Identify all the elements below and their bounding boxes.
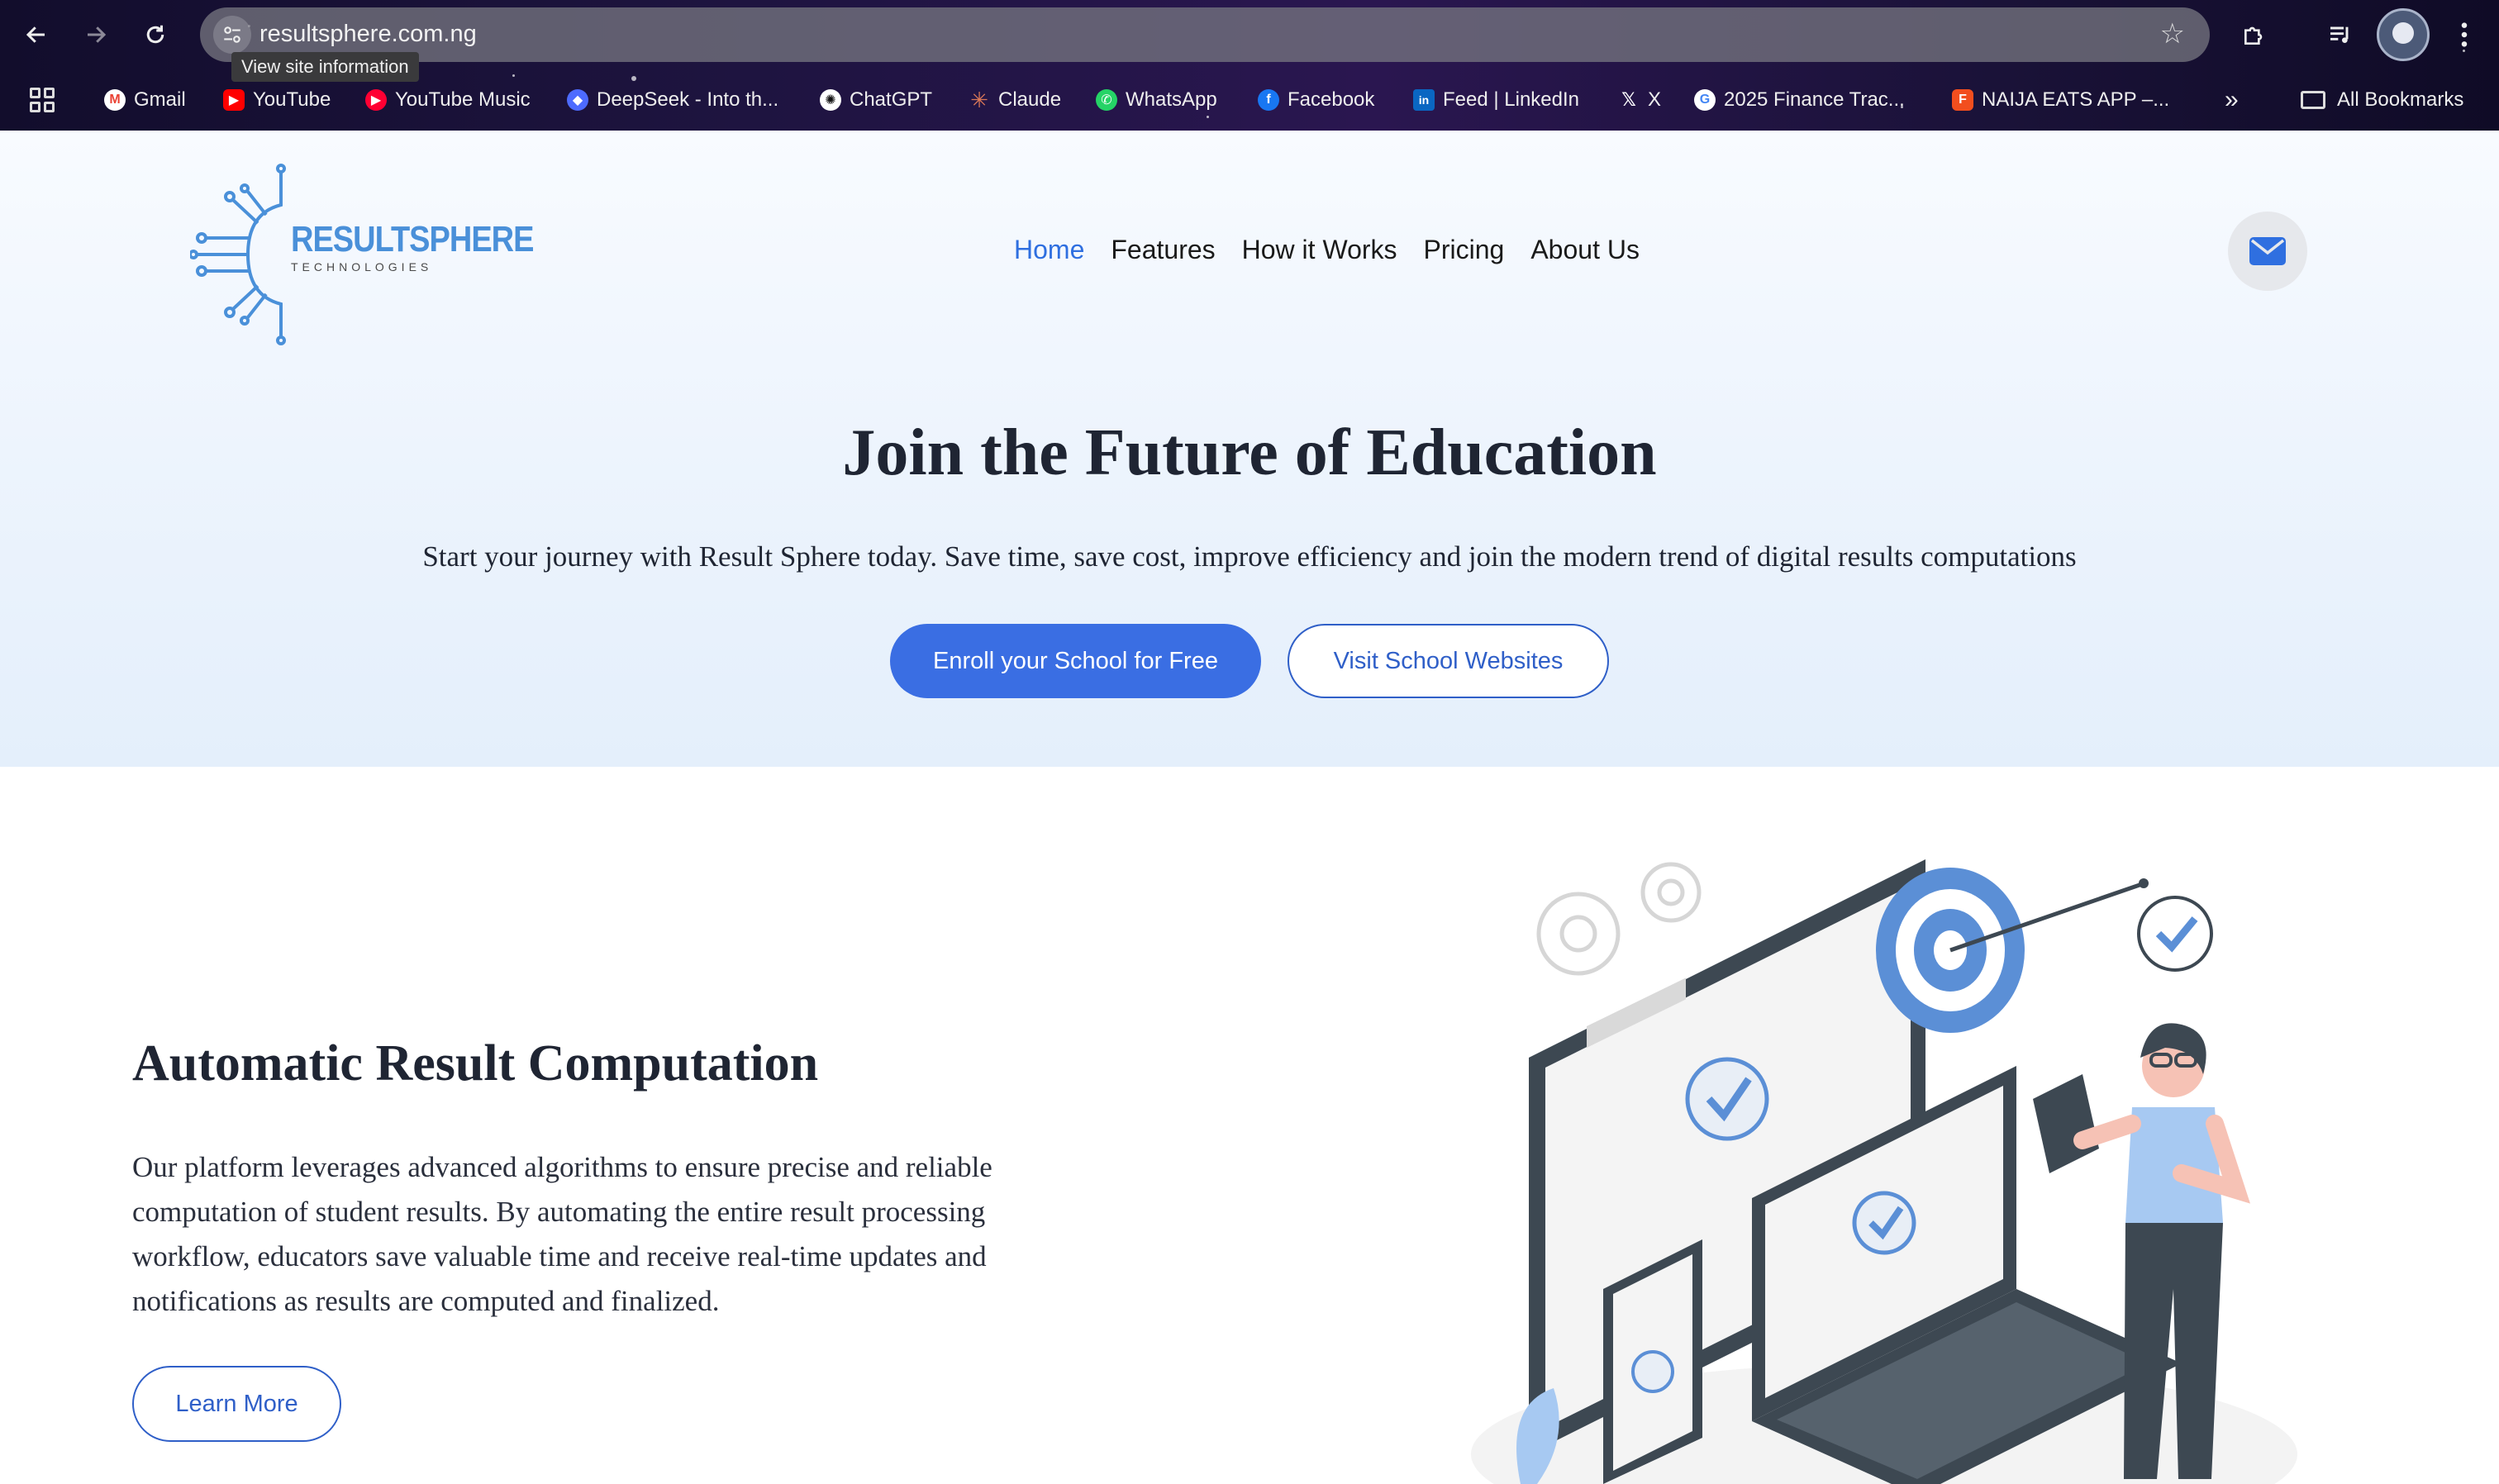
apps-grid-icon[interactable]	[30, 88, 55, 112]
deepseek-icon: ◆	[567, 89, 588, 111]
bookmarks-bar: M Gmail ▶ YouTube ▶ YouTube Music ◆ Deep…	[0, 81, 2499, 119]
arrow-right-icon	[88, 26, 107, 43]
visit-school-websites-button[interactable]: Visit School Websites	[1288, 624, 1609, 698]
gear-icon	[1536, 862, 1702, 976]
all-bookmarks-button[interactable]: All Bookmarks	[2301, 84, 2463, 116]
nav-home[interactable]: Home	[1014, 235, 1084, 265]
queue-music-icon	[2330, 26, 2349, 43]
bookmark-facebook[interactable]: f Facebook	[1258, 84, 1374, 116]
circuit-logo-icon	[190, 164, 286, 345]
arrow-left-icon	[26, 26, 45, 43]
media-control-button[interactable]	[2320, 15, 2360, 55]
envelope-icon	[2249, 237, 2286, 265]
bookmark-label: Claude	[998, 88, 1062, 111]
logo-subtitle: TECHNOLOGIES	[291, 260, 433, 273]
folder-icon	[2301, 91, 2325, 109]
reload-button[interactable]	[136, 15, 175, 55]
logo-wordmark: RESULTSPHERE TECHNOLOGIES	[291, 220, 534, 273]
bookmark-label: Gmail	[134, 88, 186, 111]
hero-title: Join the Future of Education	[842, 416, 1657, 489]
bookmark-label: Facebook	[1288, 88, 1375, 111]
background-star	[512, 74, 515, 77]
linkedin-icon: in	[1413, 89, 1435, 111]
hero-section: RESULTSPHERE TECHNOLOGIES Home Features …	[0, 131, 2499, 767]
bookmark-naija-eats[interactable]: F NAIJA EATS APP –...	[1952, 84, 2169, 116]
bookmark-x[interactable]: 𝕏 X	[1618, 84, 1661, 116]
extensions-button[interactable]	[2235, 15, 2274, 55]
puzzle-icon	[2244, 26, 2263, 45]
main-navigation: Home Features How it Works Pricing About…	[1014, 235, 1666, 265]
whatsapp-icon: ✆	[1096, 89, 1117, 111]
bookmark-label: ChatGPT	[850, 88, 933, 111]
browser-chrome: resultsphere.com.ng ☆ View site informat…	[0, 0, 2499, 131]
bookmark-finance-tracker[interactable]: G 2025 Finance Trac...	[1694, 84, 1905, 116]
contact-button[interactable]	[2228, 212, 2307, 291]
tune-icon	[224, 26, 240, 43]
site-info-tooltip: View site information	[231, 52, 419, 82]
facebook-icon: f	[1258, 89, 1279, 111]
nav-about-us[interactable]: About Us	[1530, 235, 1640, 265]
target-illustration	[1876, 868, 2149, 1033]
bookmark-label: Feed | LinkedIn	[1443, 88, 1580, 111]
bookmark-label: 2025 Finance Trac...	[1724, 88, 1905, 111]
bookmark-label: WhatsApp	[1126, 88, 1217, 111]
reload-icon	[146, 25, 164, 44]
devices-illustration	[1471, 859, 2297, 1484]
feature-title: Automatic Result Computation	[132, 1035, 819, 1092]
feature-description: Our platform leverages advanced algorith…	[132, 1151, 992, 1317]
bookmark-label: YouTube	[253, 88, 331, 111]
bookmark-linkedin[interactable]: in Feed | LinkedIn	[1413, 84, 1579, 116]
browser-menu-button[interactable]	[2444, 15, 2484, 55]
bookmark-youtube-music[interactable]: ▶ YouTube Music	[365, 84, 531, 116]
enroll-school-button[interactable]: Enroll your School for Free	[890, 624, 1261, 698]
checkmark-bubble-icon	[2137, 896, 2213, 972]
bookmark-deepseek[interactable]: ◆ DeepSeek - Into th...	[567, 84, 778, 116]
bookmark-label: DeepSeek - Into th...	[597, 88, 779, 111]
nav-pricing[interactable]: Pricing	[1424, 235, 1505, 265]
youtube-music-icon: ▶	[365, 89, 387, 111]
logo-title: RESULTSPHERE	[291, 220, 534, 260]
bookmark-chatgpt[interactable]: ✺ ChatGPT	[820, 84, 932, 116]
forward-button[interactable]	[76, 15, 116, 55]
nav-how-it-works[interactable]: How it Works	[1242, 235, 1397, 265]
x-icon: 𝕏	[1621, 89, 1636, 110]
url-text[interactable]: resultsphere.com.ng	[259, 21, 477, 48]
learn-more-button[interactable]: Learn More	[132, 1366, 341, 1442]
back-button[interactable]	[17, 15, 56, 55]
bookmark-gmail[interactable]: M Gmail	[104, 84, 186, 116]
profile-avatar[interactable]	[2377, 8, 2430, 61]
nav-features[interactable]: Features	[1111, 235, 1215, 265]
more-vert-icon	[2461, 22, 2468, 47]
claude-icon: ✳	[970, 87, 988, 112]
chevron-double-right-icon[interactable]: »	[2225, 86, 2239, 114]
figma-icon: F	[1952, 89, 1973, 111]
site-logo[interactable]: RESULTSPHERE TECHNOLOGIES	[190, 164, 534, 345]
site-info-button[interactable]	[213, 16, 251, 54]
hero-subtitle: Start your journey with Result Sphere to…	[422, 540, 2077, 573]
bookmark-label: YouTube Music	[395, 88, 531, 111]
bookmark-youtube[interactable]: ▶ YouTube	[223, 84, 331, 116]
bookmark-whatsapp[interactable]: ✆ WhatsApp	[1096, 84, 1217, 116]
bookmark-label: NAIJA EATS APP –...	[1982, 88, 2170, 111]
all-bookmarks-label: All Bookmarks	[2337, 88, 2464, 111]
chatgpt-icon: ✺	[820, 89, 841, 111]
address-bar[interactable]: resultsphere.com.ng ☆	[200, 7, 2210, 62]
gmail-icon: M	[104, 89, 126, 111]
bookmark-claude[interactable]: ✳ Claude	[969, 84, 1061, 116]
bookmark-star-icon[interactable]: ☆	[2160, 17, 2185, 50]
bookmark-label: X	[1648, 88, 1662, 111]
google-icon: G	[1694, 89, 1716, 111]
youtube-icon: ▶	[223, 89, 245, 111]
